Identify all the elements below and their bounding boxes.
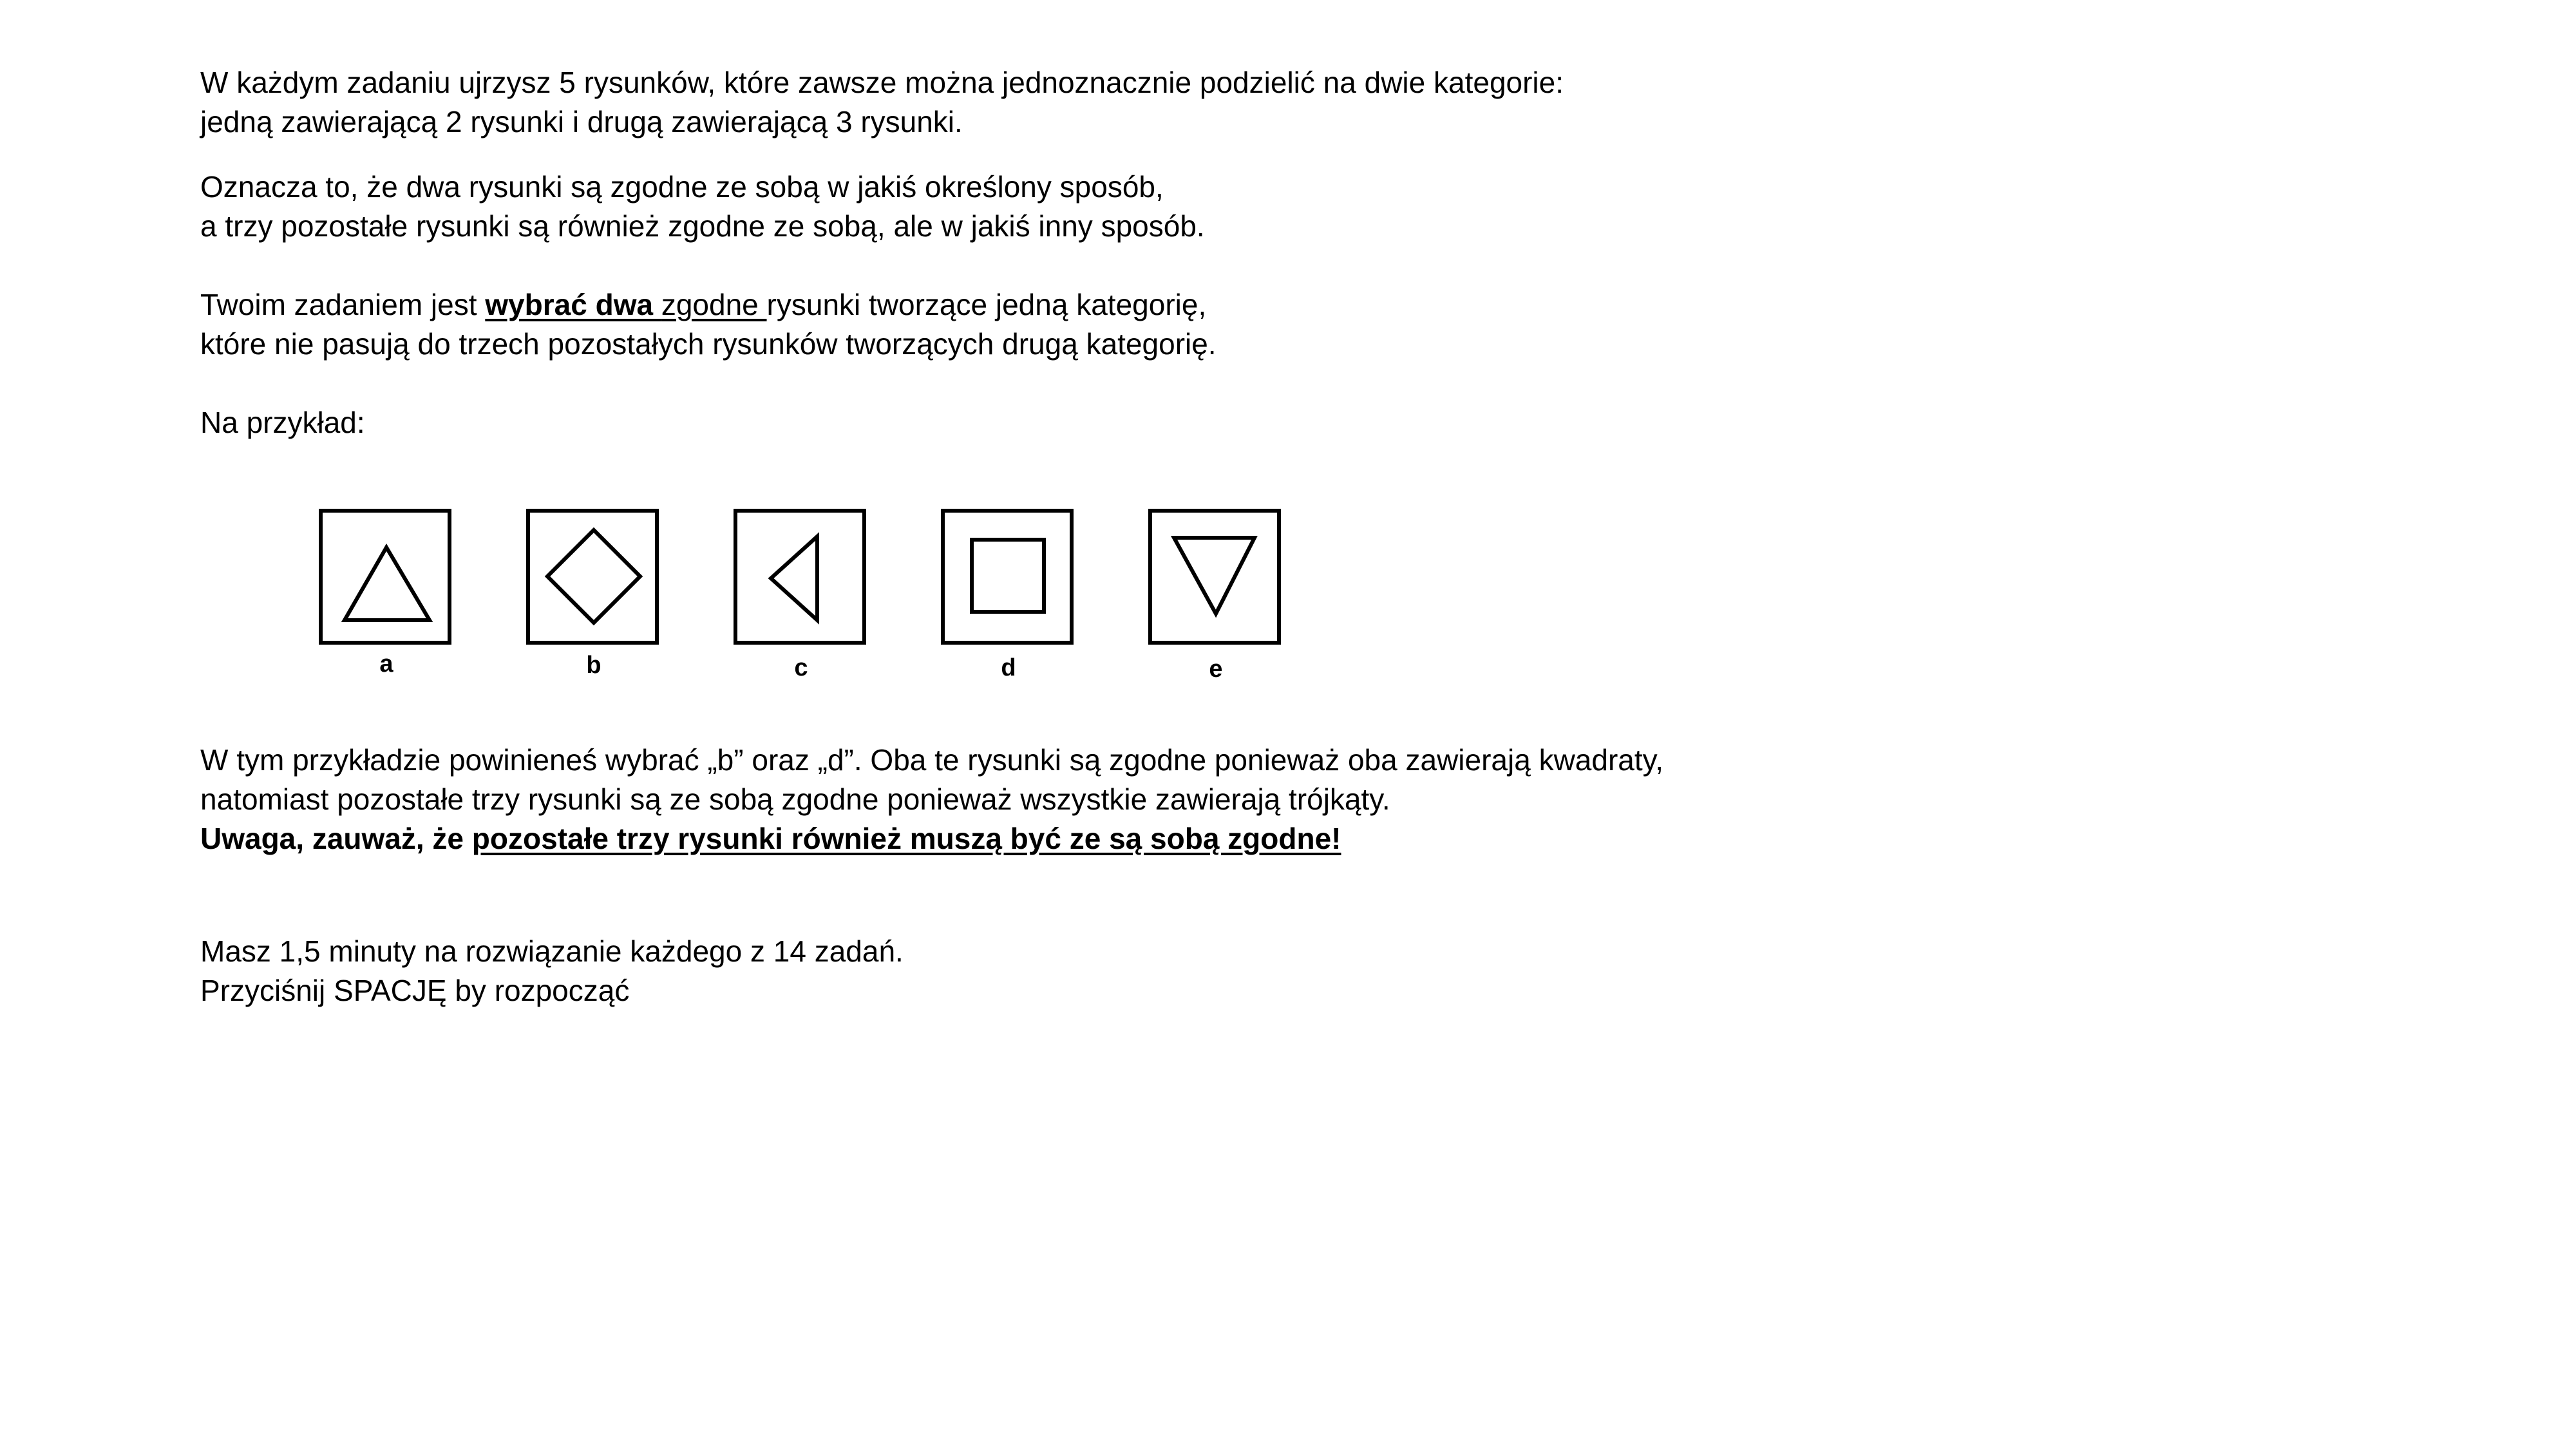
figure-label: b (586, 652, 601, 679)
figure-d: d (941, 509, 1076, 702)
triangle-up-icon (319, 509, 451, 645)
triangle-down-icon (1148, 509, 1281, 645)
diamond-icon (526, 509, 659, 645)
square-icon (941, 509, 1074, 645)
example-figures: a b c d e (309, 509, 1301, 702)
task-paragraph: Twoim zadaniem jest wybrać dwa zgodne ry… (200, 285, 1217, 364)
footer-paragraph: Masz 1,5 minuty na rozwiązanie każdego z… (200, 932, 904, 1010)
figure-a: a (319, 509, 454, 702)
meaning-line-2: a trzy pozostałe rysunki są również zgod… (200, 209, 1205, 243)
triangle-left-icon (734, 509, 866, 645)
figure-label: d (1001, 654, 1016, 681)
meaning-paragraph: Oznacza to, że dwa rysunki są zgodne ze … (200, 167, 1205, 246)
task-text-post: rysunki tworzące jedną kategorię, (766, 288, 1207, 321)
intro-paragraph: W każdym zadaniu ujrzysz 5 rysunków, któ… (200, 63, 1564, 142)
explanation-line-2: natomiast pozostałe trzy rysunki są ze s… (200, 782, 1390, 816)
task-underlined-word: zgodne (661, 288, 767, 321)
start-instruction: Przyciśnij SPACJĘ by rozpocząć (200, 974, 630, 1007)
figure-label: a (379, 650, 393, 677)
warning-emphasis: pozostałe trzy rysunki również muszą być… (471, 822, 1341, 855)
example-label: Na przykład: (200, 406, 365, 439)
task-line-2: które nie pasują do trzech pozostałych r… (200, 327, 1217, 361)
figure-label: e (1209, 656, 1223, 683)
task-emphasis: wybrać dwa (485, 288, 661, 321)
meaning-line-1: Oznacza to, że dwa rysunki są zgodne ze … (200, 170, 1164, 204)
explanation-paragraph: W tym przykładzie powinieneś wybrać „b” … (200, 741, 1663, 858)
task-line-1: Twoim zadaniem jest wybrać dwa zgodne ry… (200, 285, 1217, 325)
figure-b: b (526, 509, 661, 702)
warning-prefix: Uwaga, zauważ, że (200, 822, 472, 855)
explanation-line-1: W tym przykładzie powinieneś wybrać „b” … (200, 743, 1664, 777)
task-text-pre: Twoim zadaniem jest (200, 288, 486, 321)
figure-label: c (794, 654, 808, 681)
explanation-line-3: Uwaga, zauważ, że pozostałe trzy rysunki… (200, 819, 1663, 858)
time-limit-text: Masz 1,5 minuty na rozwiązanie każdego z… (200, 934, 904, 968)
intro-line-2: jedną zawierającą 2 rysunki i drugą zawi… (200, 105, 963, 138)
intro-line-1: W każdym zadaniu ujrzysz 5 rysunków, któ… (200, 66, 1564, 99)
figure-e: e (1148, 509, 1283, 702)
figure-c: c (734, 509, 869, 702)
